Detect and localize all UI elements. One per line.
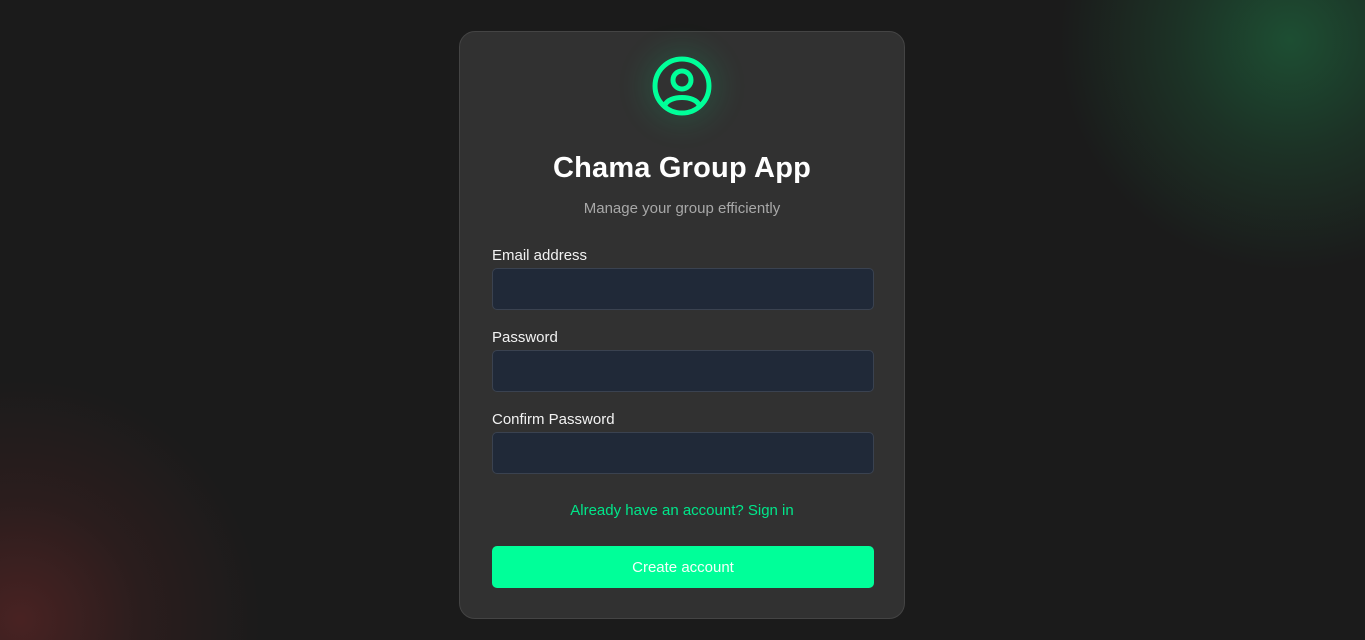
confirm-password-label: Confirm Password [492, 411, 615, 428]
confirm-password-field[interactable] [492, 432, 874, 474]
app-subtitle: Manage your group efficiently [583, 200, 781, 217]
signin-link[interactable]: Already have an account? Sign in [460, 502, 904, 519]
password-field[interactable] [492, 350, 874, 392]
email-label: Email address [492, 247, 588, 264]
password-label: Password [492, 329, 558, 346]
create-account-button[interactable]: Create account [492, 546, 874, 588]
email-field[interactable] [492, 268, 874, 310]
app-title: Chama Group App [552, 152, 812, 184]
signup-card: Chama Group App Manage your group effici… [459, 31, 905, 619]
user-circle-icon [652, 56, 712, 116]
